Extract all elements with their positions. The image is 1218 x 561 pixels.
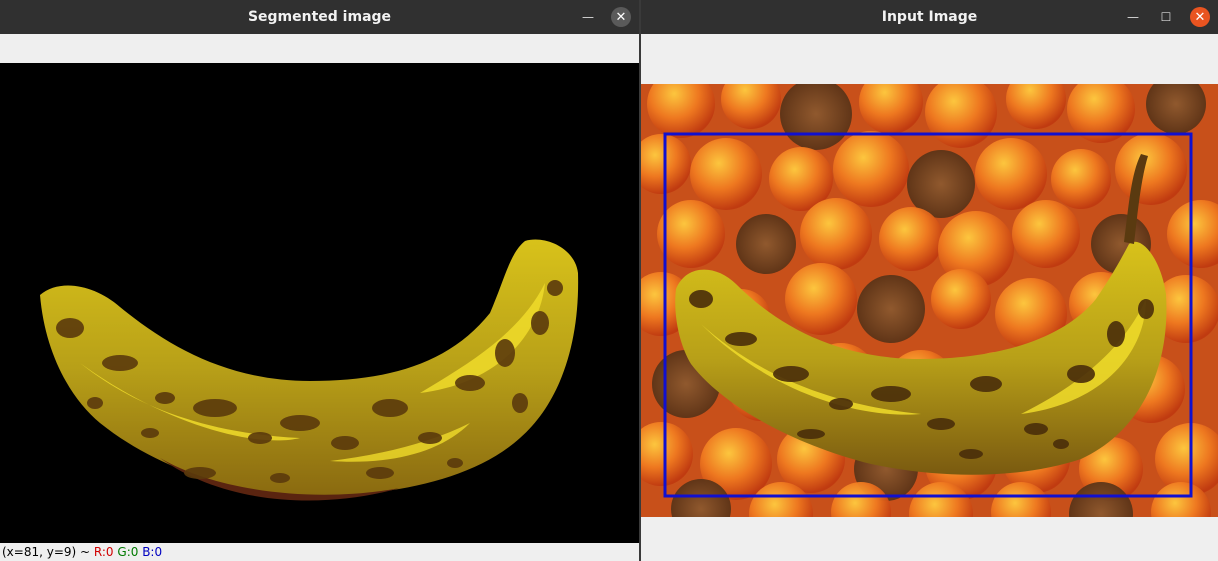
segmented-image-canvas[interactable] [0,63,639,543]
segmented-window-toolbar [0,34,639,63]
segmented-window-titlebar[interactable]: Segmented image — ✕ [0,0,639,34]
apple [657,200,725,268]
minimize-icon[interactable]: — [578,7,598,27]
segmented-banana-image [0,63,639,543]
input-window-toolbar [641,34,1218,63]
input-window-titlebar[interactable]: Input Image — ☐ ✕ [641,0,1218,34]
apple [800,198,872,270]
segmented-window-title: Segmented image [247,9,392,25]
input-photo-apples-pinecones-banana [641,84,1218,517]
apple [1115,133,1187,205]
pinecone [736,214,796,274]
apple [931,269,991,329]
input-image-window: Input Image — ☐ ✕ [641,0,1218,561]
segmented-image-window: Segmented image — ✕ (x=81, y=9) ~ R:0 G:… [0,0,639,561]
apple [833,131,909,207]
pixel-blue-value: B:0 [142,545,163,559]
apple [690,138,762,210]
pixel-red-value: R:0 [93,545,114,559]
pinecone [857,275,925,343]
apple [785,263,857,335]
cursor-coordinates: (x=81, y=9) ~ [2,545,91,559]
input-image-canvas[interactable] [641,84,1218,517]
minimize-icon[interactable]: — [1123,7,1143,27]
close-icon[interactable]: ✕ [1190,7,1210,27]
maximize-icon[interactable]: ☐ [1156,7,1176,27]
status-bar: (x=81, y=9) ~ R:0 G:0 B:0 [0,543,639,561]
apple [1012,200,1080,268]
apple [879,207,943,271]
pixel-green-value: G:0 [117,545,139,559]
close-icon[interactable]: ✕ [611,7,631,27]
apple [975,138,1047,210]
apple [1051,149,1111,209]
